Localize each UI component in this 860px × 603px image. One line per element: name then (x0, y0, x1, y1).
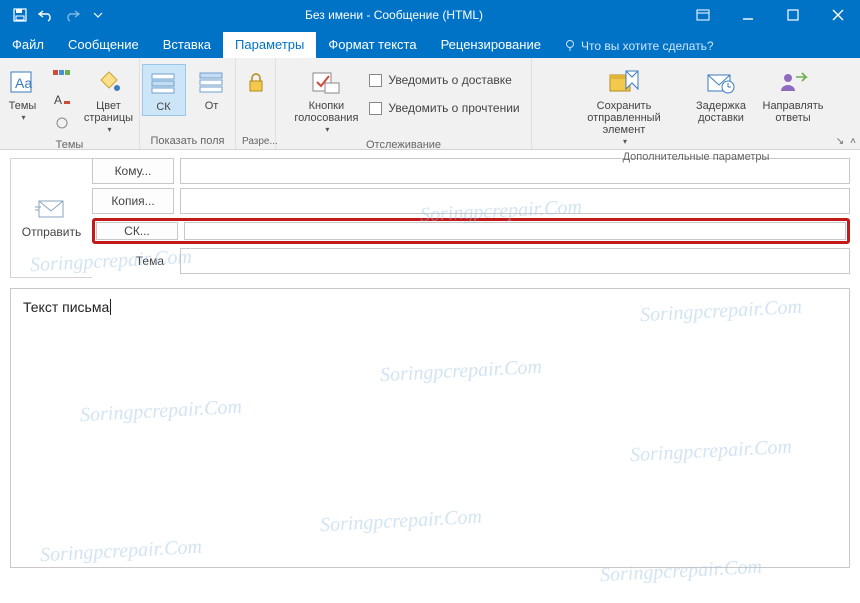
subject-row: Тема (92, 248, 850, 274)
ribbon-tabs: Файл Сообщение Вставка Параметры Формат … (0, 30, 860, 58)
themes-label: Темы (9, 100, 37, 112)
from-toggle-icon (196, 66, 228, 98)
send-button[interactable]: Отправить (10, 158, 92, 278)
bcc-highlight: СК... (92, 218, 850, 244)
group-tracking: Кнопки голосования▾ Уведомить о доставке… (276, 58, 532, 149)
qat-dropdown-icon[interactable] (88, 5, 108, 25)
direct-replies-icon (777, 66, 809, 98)
checkbox-icon (369, 102, 382, 115)
bcc-toggle-label: СК (156, 101, 170, 113)
tell-me-label: Что вы хотите сделать? (581, 39, 714, 53)
bcc-button[interactable]: СК... (96, 222, 178, 240)
voting-icon (310, 66, 342, 98)
read-receipt-checkbox[interactable]: Уведомить о прочтении (369, 98, 519, 118)
to-button[interactable]: Кому... (92, 158, 174, 184)
theme-mini-buttons: A (49, 64, 75, 134)
send-icon (35, 197, 69, 219)
lock-icon (240, 66, 272, 98)
ribbon: Aa Темы▾ A Цвет страницы▾ Темы (0, 58, 860, 150)
undo-icon[interactable] (36, 5, 56, 25)
group-more-options: Сохранить отправленный элемент▾ Задержка… (532, 58, 860, 149)
subject-input[interactable] (180, 248, 850, 274)
page-color-button[interactable]: Цвет страницы▾ (79, 64, 139, 137)
send-label: Отправить (22, 225, 82, 239)
minimize-icon[interactable] (725, 0, 770, 30)
tab-insert[interactable]: Вставка (151, 32, 223, 58)
tab-review[interactable]: Рецензирование (429, 32, 553, 58)
save-sent-label: Сохранить отправленный элемент (566, 100, 682, 136)
group-themes: Aa Темы▾ A Цвет страницы▾ Темы (0, 58, 140, 149)
group-permissions-label: Разре... (242, 134, 269, 149)
save-sent-icon (608, 66, 640, 98)
theme-colors-icon[interactable] (49, 64, 75, 86)
voting-label: Кнопки голосования (289, 100, 363, 124)
tab-options[interactable]: Параметры (223, 32, 316, 58)
group-show-fields-label: Показать поля (146, 133, 229, 149)
read-receipt-label: Уведомить о прочтении (388, 101, 519, 115)
bcc-input[interactable] (184, 222, 846, 240)
themes-button[interactable]: Aa Темы▾ (1, 64, 45, 125)
bcc-toggle-icon (148, 67, 180, 99)
checkbox-icon (369, 74, 382, 87)
bcc-toggle-button[interactable]: СК (142, 64, 186, 116)
cc-input[interactable] (180, 188, 850, 214)
window-controls (680, 0, 860, 30)
redo-icon[interactable] (62, 5, 82, 25)
message-body[interactable]: Текст письма (10, 288, 850, 568)
group-themes-label: Темы (6, 137, 133, 153)
delay-delivery-label: Задержка доставки (690, 100, 752, 124)
delay-delivery-button[interactable]: Задержка доставки (688, 64, 754, 126)
themes-icon: Aa (7, 66, 39, 98)
from-toggle-label: От (205, 100, 219, 112)
delivery-receipt-label: Уведомить о доставке (388, 73, 511, 87)
group-more-options-label: Дополнительные параметры (538, 149, 854, 165)
delay-delivery-icon (705, 66, 737, 98)
theme-effects-icon[interactable] (49, 112, 75, 134)
body-text: Текст письма (23, 299, 111, 315)
subject-label: Тема (92, 248, 174, 274)
direct-replies-button[interactable]: Направлять ответы (758, 64, 828, 126)
svg-text:Aa: Aa (15, 75, 32, 91)
save-sent-item-button[interactable]: Сохранить отправленный элемент▾ (564, 64, 684, 149)
delivery-receipt-checkbox[interactable]: Уведомить о доставке (369, 70, 519, 90)
direct-replies-label: Направлять ответы (760, 100, 826, 124)
tab-message[interactable]: Сообщение (56, 32, 151, 58)
maximize-icon[interactable] (770, 0, 815, 30)
cc-button[interactable]: Копия... (92, 188, 174, 214)
page-color-label: Цвет страницы (81, 100, 137, 124)
save-icon[interactable] (10, 5, 30, 25)
bcc-row: СК... (92, 218, 850, 244)
close-icon[interactable] (815, 0, 860, 30)
ribbon-corner: ↘ ˄ (836, 136, 856, 147)
tell-me-search[interactable]: Что вы хотите сделать? (553, 34, 724, 58)
title-bar: Без имени - Сообщение (HTML) (0, 0, 860, 30)
page-color-icon (93, 66, 125, 98)
group-show-fields: СК От Показать поля (140, 58, 236, 149)
permissions-button[interactable] (241, 64, 271, 100)
group-tracking-label: Отслеживание (282, 137, 525, 153)
theme-fonts-icon[interactable]: A (49, 88, 75, 110)
quick-access-toolbar (0, 5, 108, 25)
group-permissions: Разре... (236, 58, 276, 149)
compose-header: Отправить Кому... Копия... СК... Тема (0, 150, 860, 282)
dialog-launcher-icon[interactable]: ↘ (836, 136, 844, 147)
collapse-ribbon-icon[interactable]: ˄ (850, 136, 856, 147)
tab-file[interactable]: Файл (0, 32, 56, 58)
ribbon-display-icon[interactable] (680, 0, 725, 30)
window-title: Без имени - Сообщение (HTML) (108, 8, 680, 22)
tab-format[interactable]: Формат текста (316, 32, 428, 58)
voting-buttons-button[interactable]: Кнопки голосования▾ (287, 64, 365, 137)
lightbulb-icon (563, 39, 577, 53)
svg-text:A: A (54, 93, 62, 106)
from-toggle-button[interactable]: От (190, 64, 234, 114)
cc-row: Копия... (92, 188, 850, 214)
